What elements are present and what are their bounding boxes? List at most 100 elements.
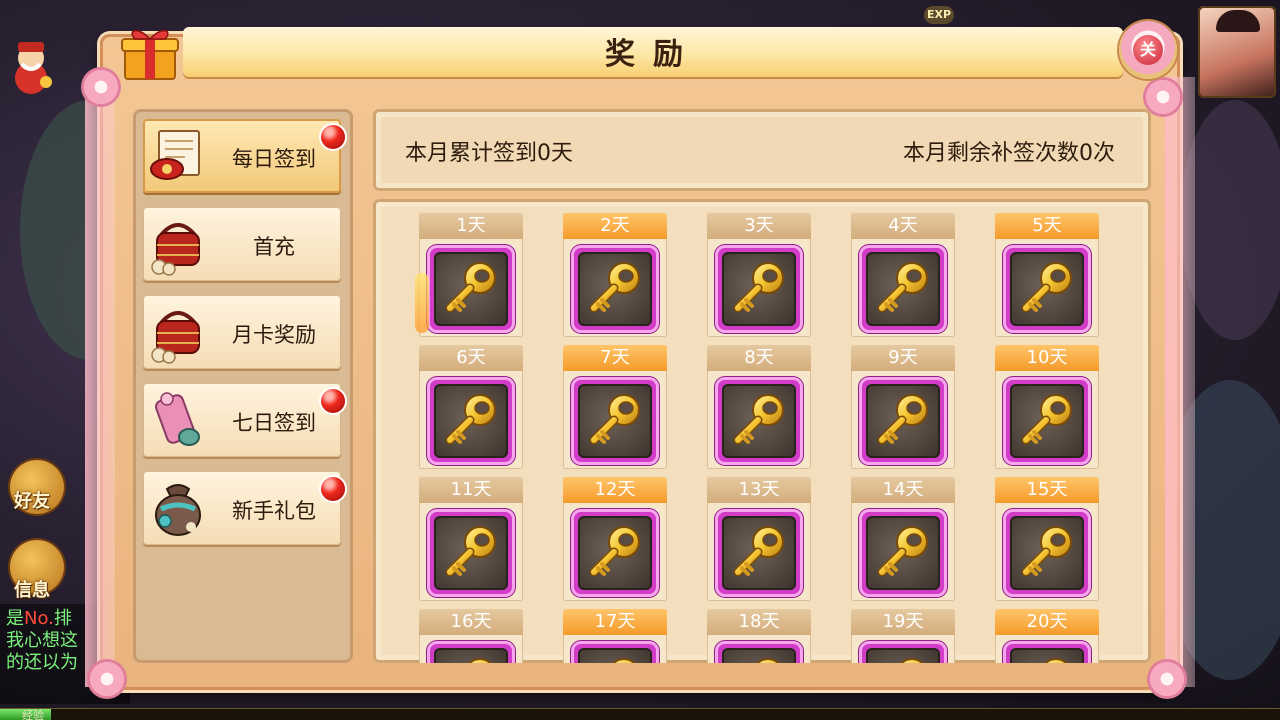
- right-curtain: [1165, 77, 1195, 687]
- reward-slot-inner: [434, 252, 508, 326]
- day-reward-card[interactable]: 18天: [707, 609, 811, 663]
- reward-menu: 每日签到 首充 月卡奖励 七日签到 新手礼包: [133, 109, 353, 663]
- golden-key-icon: [733, 394, 784, 445]
- reward-slot-inner: [434, 516, 508, 590]
- day-reward-card[interactable]: 5天: [995, 213, 1099, 337]
- menu-item-label: 新手礼包: [232, 499, 316, 523]
- reward-slot[interactable]: [571, 377, 659, 465]
- golden-key-icon: [1021, 526, 1072, 577]
- golden-key-icon: [1021, 394, 1072, 445]
- day-reward-card[interactable]: 1天: [415, 213, 523, 337]
- monthly-checkin-count: 本月累计签到0天: [405, 141, 573, 166]
- reward-slot-inner: [722, 252, 796, 326]
- golden-key-icon: [1044, 658, 1068, 663]
- checkin-info-bar: 本月累计签到0天 本月剩余补签次数0次: [373, 109, 1151, 191]
- reward-slot-inner: [578, 384, 652, 458]
- day-reward-card[interactable]: 19天: [851, 609, 955, 663]
- reward-slot[interactable]: [1003, 641, 1091, 663]
- reward-slot[interactable]: [859, 377, 947, 465]
- day-reward-card[interactable]: 20天: [995, 609, 1099, 663]
- reward-slot[interactable]: [859, 245, 947, 333]
- reward-slot-inner: [578, 516, 652, 590]
- menu-item-label: 七日签到: [232, 411, 316, 435]
- reward-slot-inner: [1010, 648, 1084, 663]
- menu-item-newbie-pack[interactable]: 新手礼包: [143, 471, 345, 545]
- exp-tag: EXP: [924, 6, 954, 24]
- golden-key-icon: [733, 262, 784, 313]
- flower-ornament: [87, 659, 127, 699]
- reward-slot[interactable]: [1003, 377, 1091, 465]
- reward-slot[interactable]: [859, 641, 947, 663]
- day-label: 19天: [851, 609, 955, 635]
- reward-slot[interactable]: [859, 509, 947, 597]
- day-reward-card[interactable]: 8天: [707, 345, 811, 469]
- day-label: 20天: [995, 609, 1099, 635]
- menu-item-label: 首充: [253, 235, 295, 259]
- day-reward-card[interactable]: 7天: [563, 345, 667, 469]
- reward-slot[interactable]: [715, 641, 803, 663]
- scroll-roll-icon: [155, 392, 200, 446]
- day-reward-card[interactable]: 10天: [995, 345, 1099, 469]
- day-reward-card[interactable]: 13天: [707, 477, 811, 601]
- makeup-checkin-remaining: 本月剩余补签次数0次: [903, 141, 1115, 166]
- menu-item-first-recharge[interactable]: 首充: [143, 207, 341, 281]
- reward-slot[interactable]: [427, 245, 515, 333]
- reward-slot[interactable]: [427, 509, 515, 597]
- day-label: 11天: [419, 477, 523, 503]
- golden-key-icon: [733, 526, 784, 577]
- reward-slot[interactable]: [715, 245, 803, 333]
- menu-item-seven-day-checkin[interactable]: 七日签到: [143, 383, 345, 457]
- day-reward-card[interactable]: 6天: [419, 345, 523, 469]
- reward-slot[interactable]: [427, 641, 515, 663]
- flower-ornament: [1147, 659, 1187, 699]
- menu-item-daily-checkin[interactable]: 每日签到: [143, 119, 345, 193]
- golden-key-icon: [589, 526, 640, 577]
- menu-item-monthly-card[interactable]: 月卡奖励: [143, 295, 341, 369]
- day-reward-card[interactable]: 12天: [563, 477, 667, 601]
- reward-slot-inner: [578, 252, 652, 326]
- checkin-calendar-grid[interactable]: 1天 2天 3天 4天 5天 6天 7天 8天 9天 10天 11天 12天 13天 14天 15天 16天 1…: [373, 199, 1151, 663]
- reward-slot[interactable]: [715, 377, 803, 465]
- treasure-bag-icon: [155, 484, 201, 536]
- day-reward-card[interactable]: 2天: [563, 213, 667, 337]
- day-reward-card[interactable]: 3天: [707, 213, 811, 337]
- day-reward-card[interactable]: 16天: [419, 609, 523, 663]
- golden-key-icon: [612, 658, 636, 663]
- gift-box-icon: [121, 29, 179, 80]
- day-label: 15天: [995, 477, 1099, 503]
- day-label: 12天: [563, 477, 667, 503]
- golden-key-icon: [877, 394, 928, 445]
- food-basket-icon: [151, 311, 200, 364]
- notification-badge: [321, 477, 345, 501]
- player-avatar[interactable]: [1198, 6, 1276, 98]
- day-label: 17天: [563, 609, 667, 635]
- reward-slot-inner: [1010, 516, 1084, 590]
- messages-label: 信息: [14, 580, 50, 601]
- reward-slot[interactable]: [571, 245, 659, 333]
- day-label: 5天: [995, 213, 1099, 239]
- day-reward-card[interactable]: 14天: [851, 477, 955, 601]
- reward-slot[interactable]: [1003, 509, 1091, 597]
- day-label: 3天: [707, 213, 811, 239]
- day-reward-card[interactable]: 15天: [995, 477, 1099, 601]
- food-basket-icon: [151, 223, 200, 276]
- day-label: 14天: [851, 477, 955, 503]
- menu-item-label: 每日签到: [232, 147, 316, 171]
- reward-slot[interactable]: [715, 509, 803, 597]
- day-reward-card[interactable]: 17天: [563, 609, 667, 663]
- reward-slot[interactable]: [571, 509, 659, 597]
- golden-key-icon: [877, 526, 928, 577]
- reward-slot[interactable]: [571, 641, 659, 663]
- golden-key-icon: [445, 394, 496, 445]
- notification-badge: [321, 389, 345, 413]
- reward-slot-inner: [578, 648, 652, 663]
- scroll-envelope-icon: [150, 130, 200, 180]
- close-button[interactable]: 关: [1119, 21, 1177, 79]
- day-reward-card[interactable]: 4天: [851, 213, 955, 337]
- notification-badge: [321, 125, 345, 149]
- day-reward-card[interactable]: 11天: [419, 477, 523, 601]
- day-reward-card[interactable]: 9天: [851, 345, 955, 469]
- reward-slot-inner: [1010, 252, 1084, 326]
- reward-slot[interactable]: [427, 377, 515, 465]
- reward-slot[interactable]: [1003, 245, 1091, 333]
